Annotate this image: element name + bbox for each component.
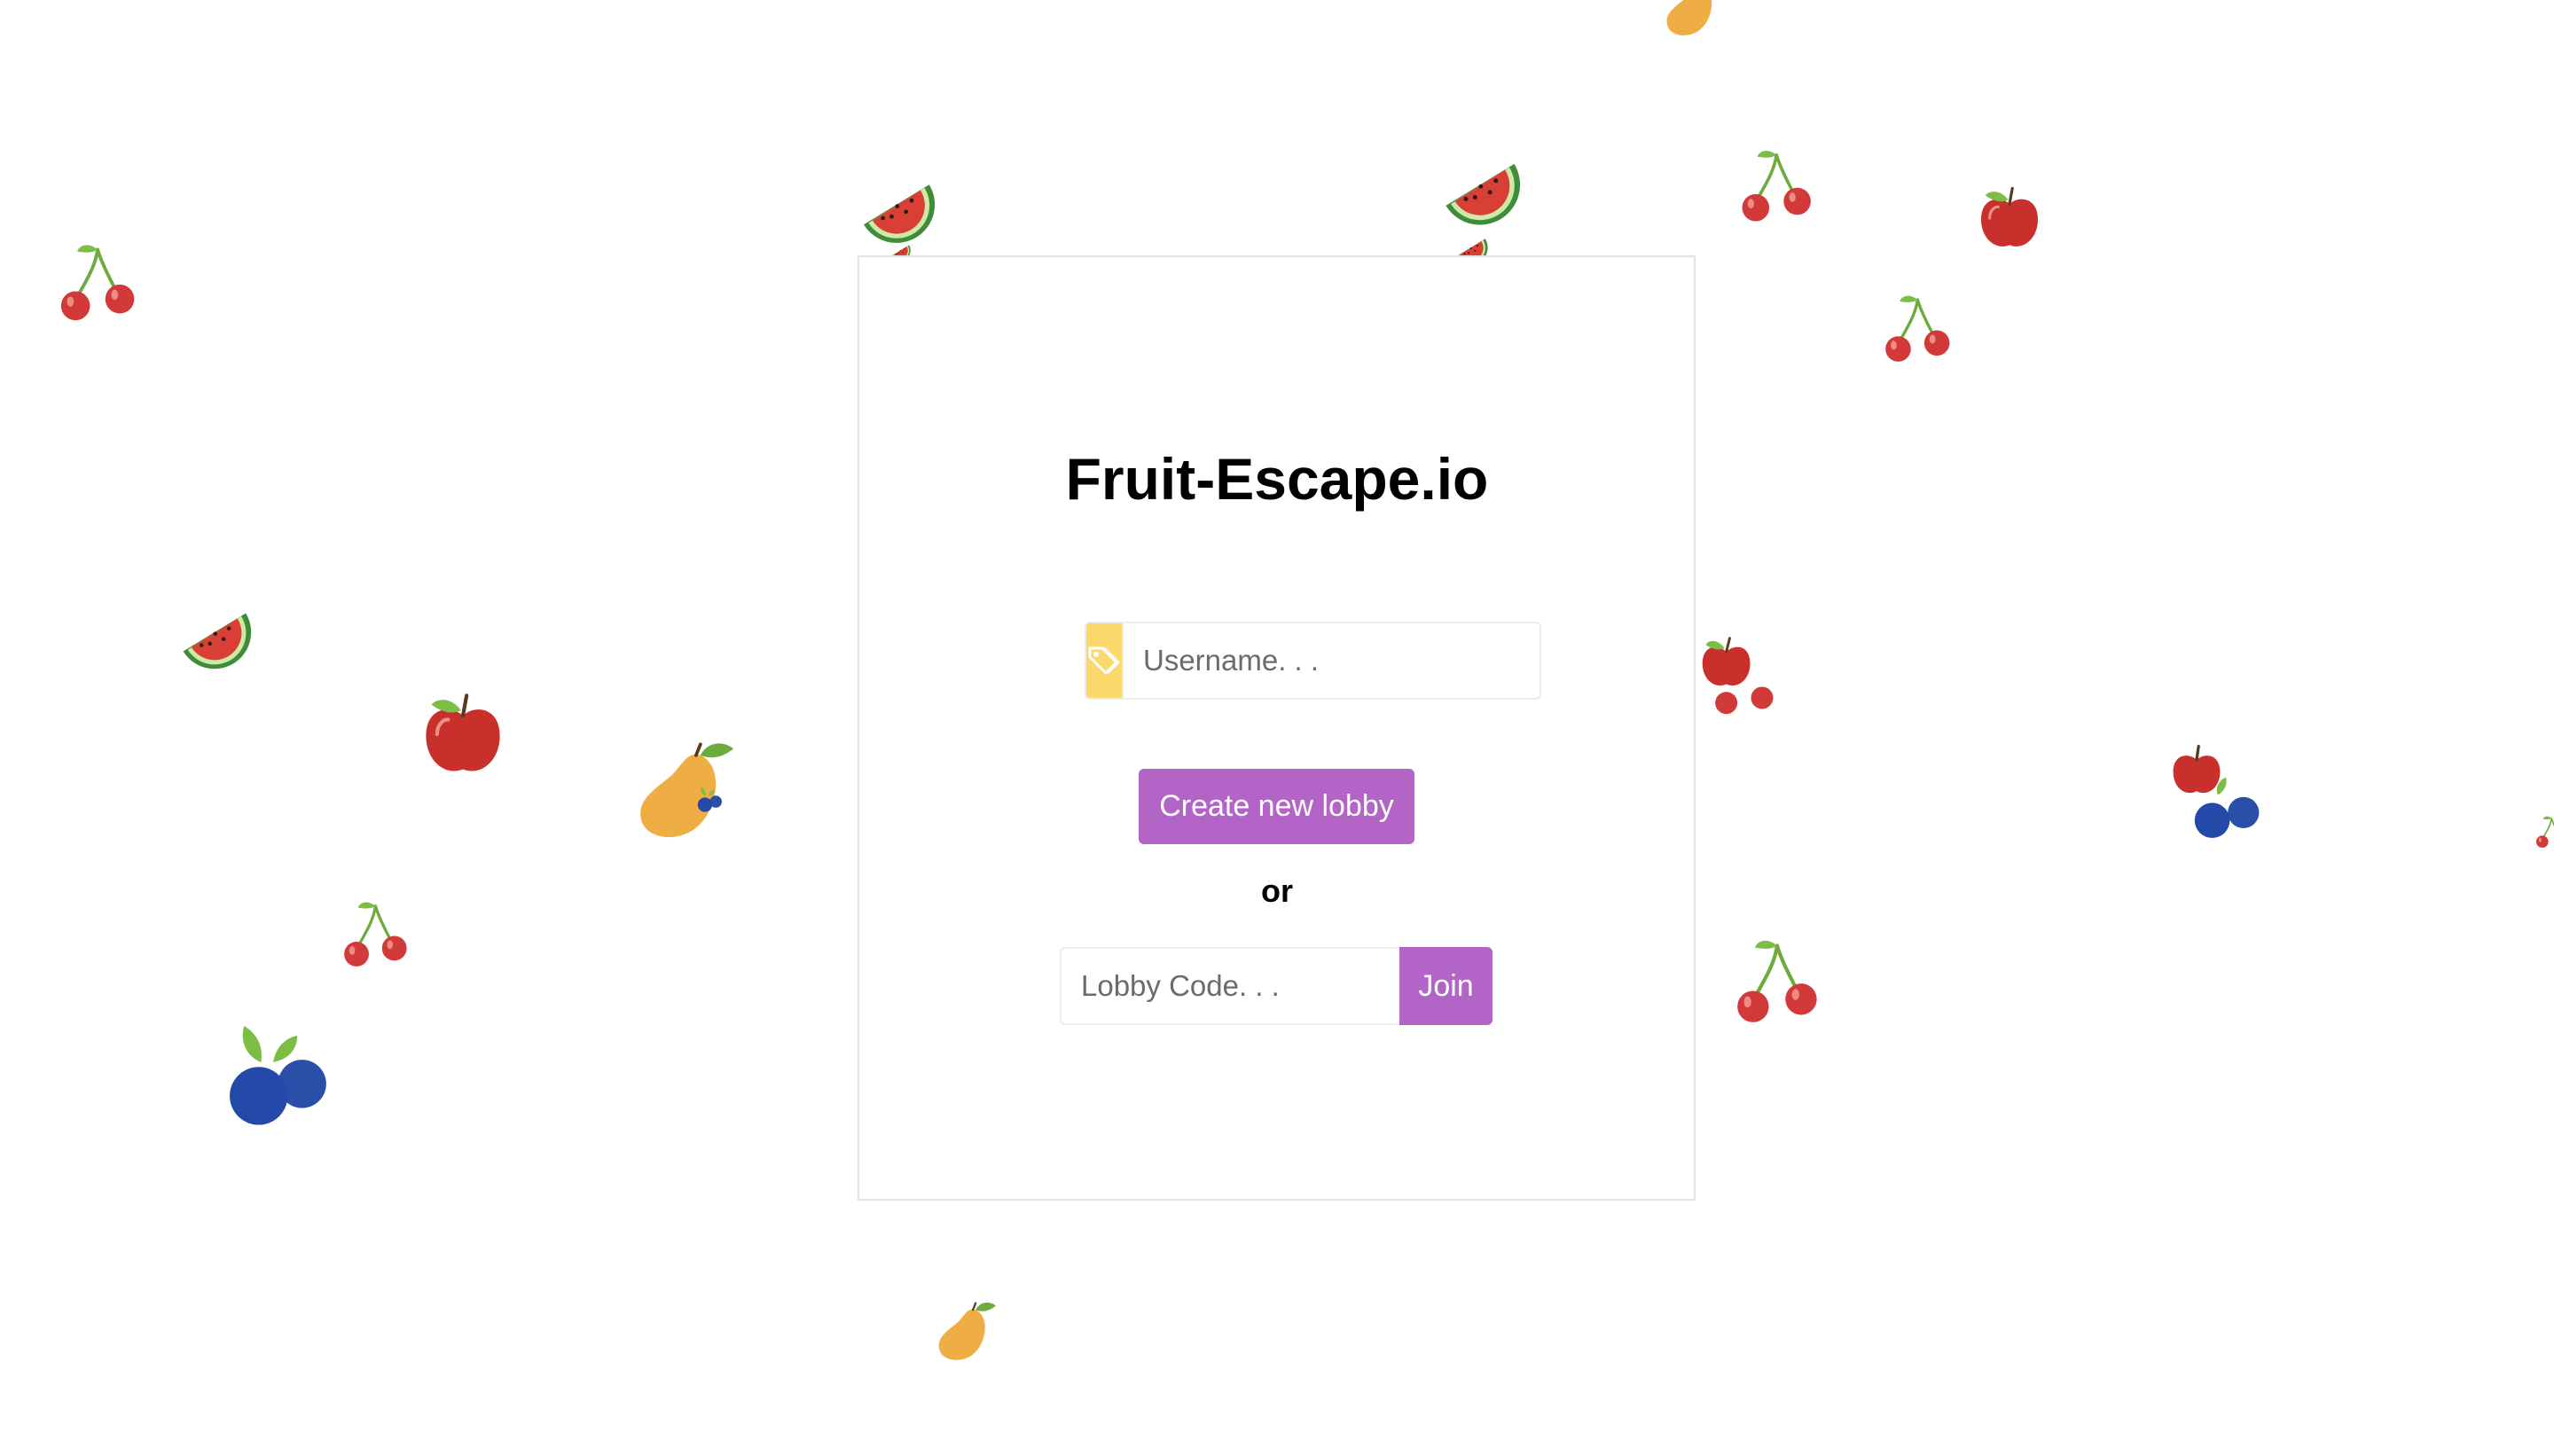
blueberry-icon	[693, 780, 724, 816]
lobby-card	[858, 255, 1696, 1201]
watermelon-icon	[1438, 149, 1521, 232]
blueberry-icon	[213, 1009, 333, 1130]
cherry-icon	[1733, 935, 1825, 1027]
apple-icon	[1974, 183, 2045, 254]
page-title: Fruit-Escape.io	[1065, 446, 1489, 512]
apple-icon	[1697, 631, 1782, 720]
or-separator: or	[1261, 873, 1293, 909]
cherry-icon	[1882, 291, 1956, 365]
username-field[interactable]	[1122, 622, 1541, 700]
create-lobby-button[interactable]: Create new lobby	[1139, 769, 1414, 844]
cherry-icon	[57, 239, 142, 325]
apple-icon	[417, 688, 509, 780]
cherry-icon	[2534, 814, 2554, 849]
username-input-group	[1085, 622, 1541, 700]
tag-icon	[1085, 622, 1122, 700]
join-button[interactable]: Join	[1399, 947, 1492, 1025]
lobby-code-field[interactable]	[1060, 947, 1399, 1025]
watermelon-icon	[856, 170, 936, 250]
cherry-icon	[1738, 145, 1818, 225]
watermelon-icon	[176, 599, 252, 676]
mango-icon	[1655, 0, 1729, 39]
join-lobby-group: Join	[1060, 947, 1492, 1025]
apple-icon	[2167, 729, 2265, 849]
page-background: Fruit-Escape.io Create new lobby or Join	[0, 0, 2554, 1456]
mango-icon	[931, 1296, 999, 1364]
